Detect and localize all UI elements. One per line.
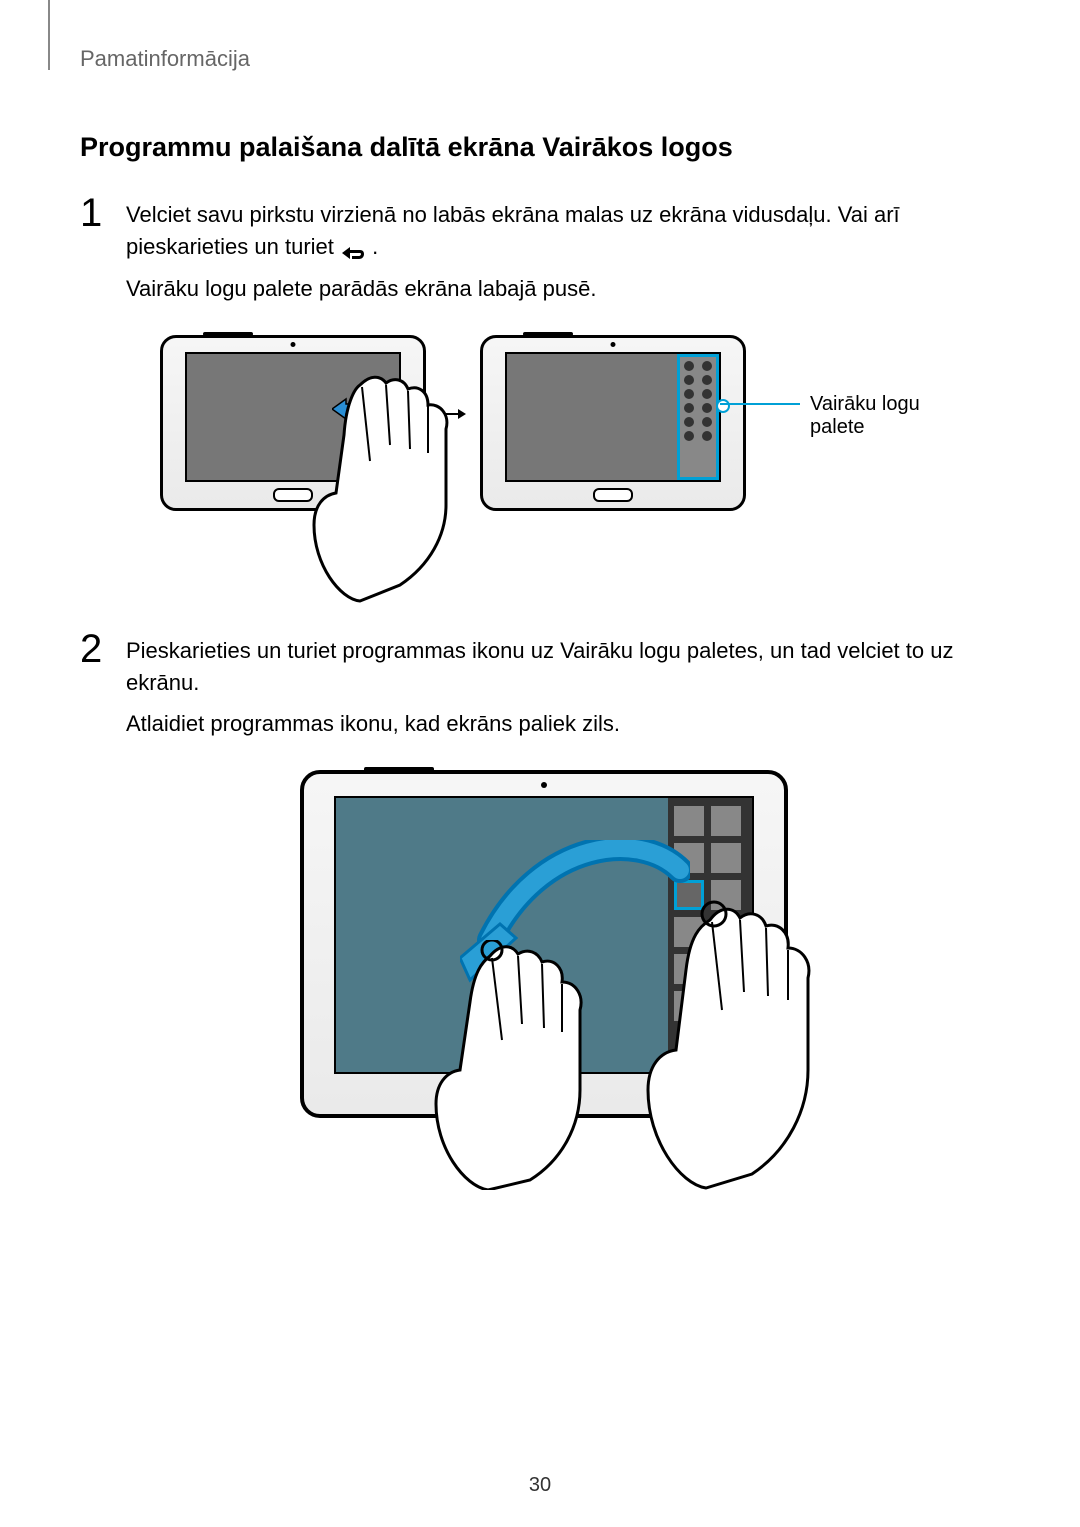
hand-touch-palette-icon (640, 900, 830, 1190)
step-1-text: Velciet savu pirkstu virzienā no labās e… (126, 199, 1000, 263)
callout-label: Vairāku logu palete (810, 393, 920, 439)
callout-anchor-icon (716, 399, 730, 413)
figure-1: Vairāku logu palete (80, 335, 1000, 595)
step-number: 1 (80, 193, 120, 233)
back-icon (340, 239, 366, 257)
step-1-text-a: Velciet savu pirkstu virzienā no labās e… (126, 202, 900, 259)
tablet-after-icon (480, 335, 746, 511)
step-1: 1 Velciet savu pirkstu virzienā no labās… (80, 199, 1000, 315)
hand-swipe-icon (300, 375, 500, 605)
step-2-text-2: Atlaidiet programmas ikonu, kad ekrāns p… (126, 708, 1000, 740)
step-number: 2 (80, 629, 120, 669)
figure-2 (80, 770, 1000, 1210)
step-2-text-1: Pieskarieties un turiet programmas ikonu… (126, 635, 1000, 699)
step-2: 2 Pieskarieties un turiet programmas iko… (80, 635, 1000, 751)
page-title: Programmu palaišana dalītā ekrāna Vairāk… (80, 132, 1000, 163)
page-number: 30 (0, 1474, 1080, 1497)
step-1-text-b: . (372, 234, 378, 259)
section-header: Pamatinformācija (80, 46, 1000, 72)
step-1-text-2: Vairāku logu palete parādās ekrāna labaj… (126, 273, 1000, 305)
callout-leader-line (720, 403, 800, 405)
hand-drop-icon (430, 940, 600, 1190)
page-margin-line (48, 0, 50, 70)
